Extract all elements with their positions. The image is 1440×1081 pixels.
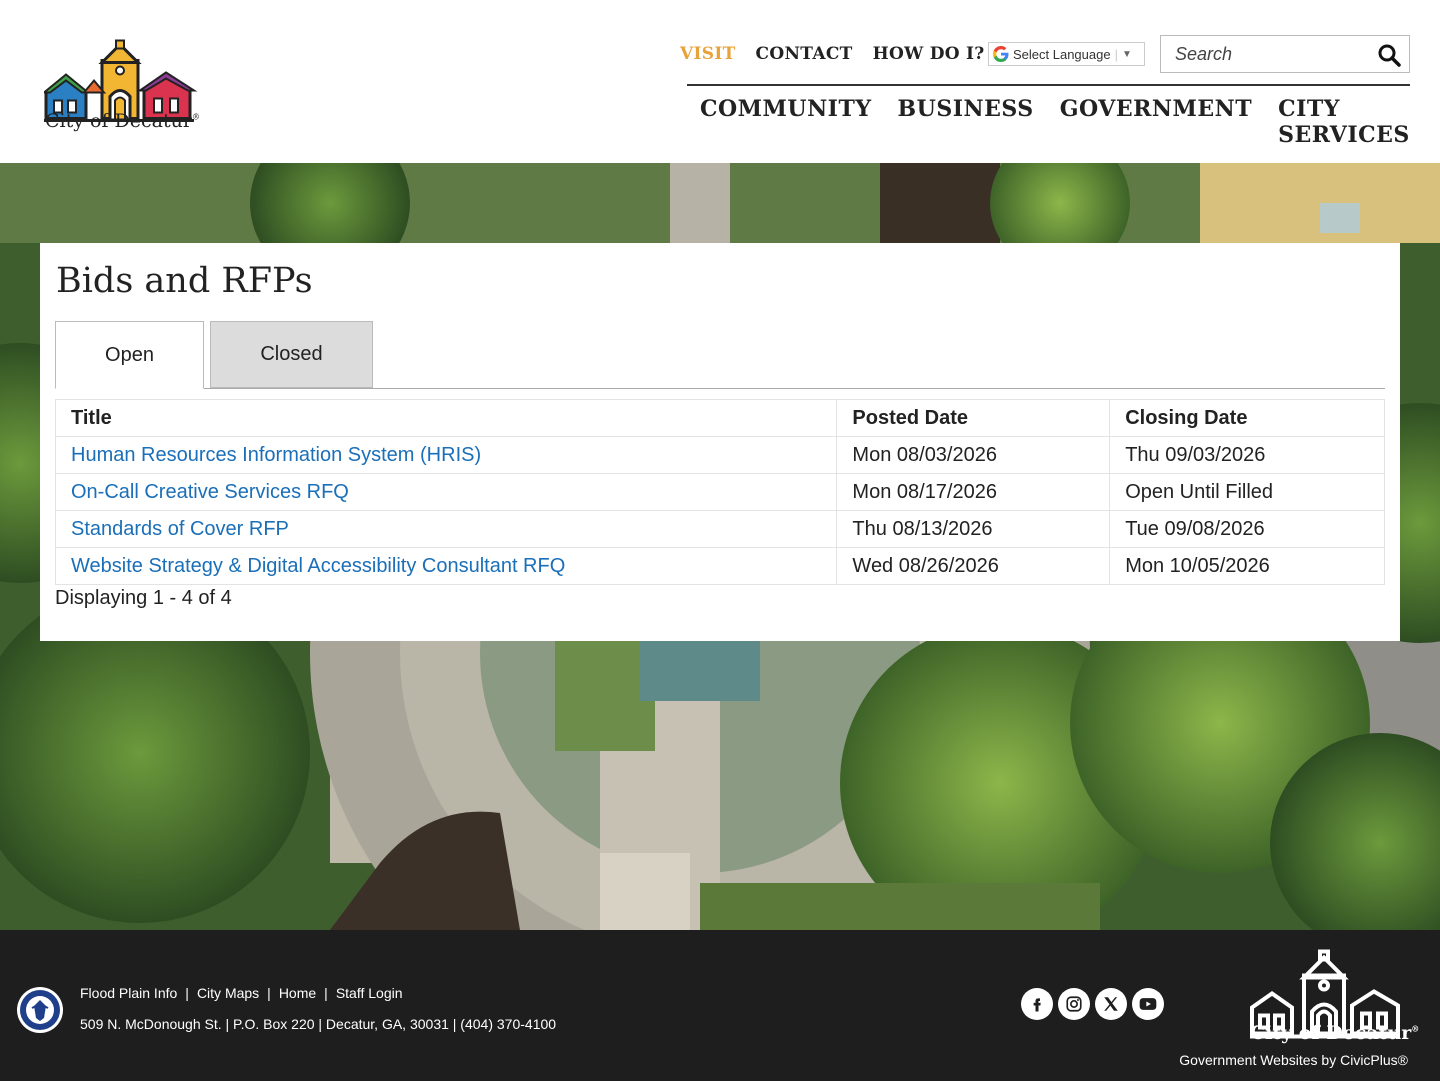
nav-government[interactable]: GOVERNMENT: [1060, 96, 1252, 148]
column-header-title[interactable]: Title: [54, 399, 838, 437]
footer-link-flood-plain-info[interactable]: Flood Plain Info: [80, 985, 177, 1001]
nav-city-services[interactable]: CITY SERVICES: [1278, 96, 1440, 148]
footer-logo-wordmark-text: City of Decatur: [1250, 1022, 1412, 1044]
closing-date-cell: Thu 09/03/2026: [1109, 436, 1385, 474]
homeland-security-seal-icon[interactable]: [16, 986, 64, 1034]
utility-nav: VISIT CONTACT HOW DO I?: [680, 44, 985, 64]
language-label: Select Language: [1013, 46, 1111, 62]
column-header-closing-date[interactable]: Closing Date: [1109, 399, 1385, 437]
bid-status-tabs: Open Closed: [55, 321, 1385, 389]
posted-date-cell: Mon 08/17/2026: [836, 473, 1111, 511]
bid-title-cell: On-Call Creative Services RFQ: [54, 473, 838, 511]
table-row: Standards of Cover RFP Thu 08/13/2026 Tu…: [54, 510, 1385, 548]
nav-community[interactable]: COMMUNITY: [700, 96, 872, 148]
bid-title-link[interactable]: Standards of Cover RFP: [71, 518, 289, 540]
footer-address: 509 N. McDonough St. | P.O. Box 220 | De…: [80, 1016, 557, 1032]
civicplus-credit-link[interactable]: Government Websites by CivicPlus®: [1179, 1052, 1408, 1068]
closing-date-cell: Mon 10/05/2026: [1109, 547, 1385, 585]
bid-title-link[interactable]: Human Resources Information System (HRIS…: [71, 444, 481, 466]
header-divider: [687, 84, 1410, 86]
dropdown-arrow-icon: ▼: [1121, 48, 1132, 60]
nav-contact-link[interactable]: CONTACT: [756, 44, 853, 64]
bid-title-cell: Human Resources Information System (HRIS…: [54, 436, 838, 474]
search-box: [1160, 35, 1410, 73]
nav-business[interactable]: BUSINESS: [898, 96, 1034, 148]
column-header-posted-date[interactable]: Posted Date: [836, 399, 1111, 437]
footer-link-home[interactable]: Home: [279, 985, 316, 1001]
tab-closed[interactable]: Closed: [210, 321, 373, 388]
bid-title-link[interactable]: Website Strategy & Digital Accessibility…: [71, 555, 565, 577]
bids-table: Title Posted Date Closing Date Human Res…: [54, 399, 1385, 585]
posted-date-cell: Wed 08/26/2026: [836, 547, 1111, 585]
closing-date-cell: Open Until Filled: [1109, 473, 1385, 511]
x-icon[interactable]: [1095, 988, 1127, 1020]
link-separator: |: [185, 985, 189, 1001]
registered-mark: ®: [191, 112, 200, 122]
facebook-icon[interactable]: [1021, 988, 1053, 1020]
posted-date-cell: Mon 08/03/2026: [836, 436, 1111, 474]
link-separator: |: [324, 985, 328, 1001]
table-header-row: Title Posted Date Closing Date: [54, 399, 1385, 437]
bid-title-cell: Website Strategy & Digital Accessibility…: [54, 547, 838, 585]
site-footer: Flood Plain Info | City Maps | Home | St…: [0, 930, 1440, 1081]
footer-links: Flood Plain Info | City Maps | Home | St…: [80, 985, 403, 1001]
logo-wordmark-text: City of Decatur: [45, 110, 192, 132]
nav-how-do-i-link[interactable]: HOW DO I?: [873, 44, 985, 64]
bids-content-card: Bids and RFPs Open Closed Title Posted D…: [40, 243, 1400, 641]
table-row: Website Strategy & Digital Accessibility…: [54, 547, 1385, 585]
results-count: Displaying 1 - 4 of 4: [55, 587, 232, 609]
youtube-icon[interactable]: [1132, 988, 1164, 1020]
nav-visit-link[interactable]: VISIT: [680, 44, 736, 64]
search-icon[interactable]: [1377, 43, 1401, 67]
link-separator: |: [267, 985, 271, 1001]
posted-date-cell: Thu 08/13/2026: [836, 510, 1111, 548]
closing-date-cell: Tue 09/08/2026: [1109, 510, 1385, 548]
bid-title-cell: Standards of Cover RFP: [54, 510, 838, 548]
footer-link-staff-login[interactable]: Staff Login: [336, 985, 403, 1001]
language-selector[interactable]: Select Language | ▼: [988, 42, 1145, 66]
language-separator: |: [1114, 46, 1118, 62]
bid-title-link[interactable]: On-Call Creative Services RFQ: [71, 481, 349, 503]
site-header: City of Decatur® VISIT CONTACT HOW DO I?…: [0, 0, 1440, 163]
registered-mark: ®: [1411, 1023, 1420, 1034]
instagram-icon[interactable]: [1058, 988, 1090, 1020]
search-input[interactable]: [1161, 37, 1366, 71]
main-nav: COMMUNITY BUSINESS GOVERNMENT CITY SERVI…: [700, 96, 1440, 148]
footer-logo-wordmark: City of Decatur®: [1250, 1022, 1419, 1044]
table-row: On-Call Creative Services RFQ Mon 08/17/…: [54, 473, 1385, 511]
social-links: [1021, 988, 1164, 1020]
logo-wordmark[interactable]: City of Decatur®: [45, 110, 200, 132]
tab-open[interactable]: Open: [55, 321, 204, 389]
page-title: Bids and RFPs: [56, 261, 313, 301]
table-row: Human Resources Information System (HRIS…: [54, 436, 1385, 474]
footer-link-city-maps[interactable]: City Maps: [197, 985, 259, 1001]
google-translate-icon: [993, 46, 1009, 62]
